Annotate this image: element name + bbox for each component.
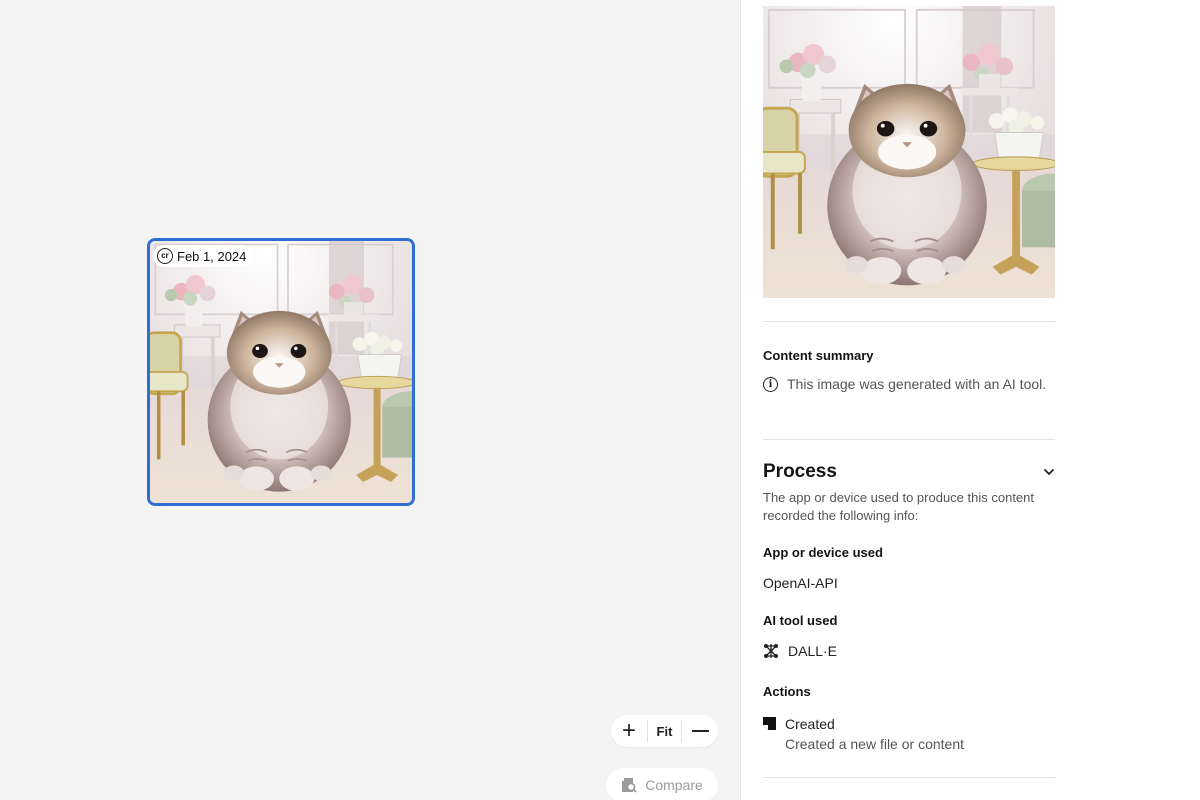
canvas-area: cr Feb 1, 2024 + Fit Compare [0, 0, 740, 800]
compare-button[interactable]: Compare [606, 768, 718, 800]
zoom-controls: + Fit [611, 715, 718, 747]
content-summary-row: i This image was generated with an AI to… [763, 374, 1053, 395]
actions-heading: Actions [763, 684, 811, 699]
fit-button[interactable]: Fit [647, 720, 682, 742]
process-description: The app or device used to produce this c… [763, 490, 1035, 523]
divider [763, 439, 1055, 440]
content-summary-heading: Content summary [763, 348, 874, 363]
content-credentials-icon: cr [157, 248, 173, 264]
action-title: Created [785, 716, 835, 732]
image-thumbnail[interactable]: cr Feb 1, 2024 [147, 238, 415, 506]
content-summary-text: This image was generated with an AI tool… [787, 376, 1047, 392]
app-value: OpenAI-API [763, 575, 838, 591]
compare-search-icon [621, 777, 637, 793]
process-toggle[interactable] [1041, 464, 1057, 480]
minus-icon [691, 730, 709, 732]
zoom-in-button[interactable]: + [611, 715, 647, 747]
ai-tool-heading: AI tool used [763, 613, 838, 628]
compare-label: Compare [645, 777, 703, 793]
created-document-icon [763, 717, 776, 730]
cat-image [150, 241, 412, 503]
chevron-down-icon [1043, 468, 1055, 476]
preview-image [763, 6, 1055, 298]
dalle-network-icon [764, 644, 778, 658]
action-item: Created Created a new file or content [763, 714, 964, 755]
process-heading: Process [763, 461, 837, 482]
date-badge: cr Feb 1, 2024 [153, 245, 255, 267]
divider [763, 777, 1055, 778]
ai-tool-value: DALL·E [788, 643, 838, 659]
ai-tool-row: DALL·E [763, 643, 837, 659]
info-icon: i [763, 377, 778, 392]
plus-icon: + [621, 717, 636, 744]
details-panel: Content summary i This image was generat… [740, 0, 1200, 800]
zoom-out-button[interactable] [682, 715, 718, 747]
divider [763, 321, 1055, 322]
app-heading: App or device used [763, 545, 883, 560]
action-subtitle: Created a new file or content [785, 736, 964, 752]
date-text: Feb 1, 2024 [177, 248, 247, 264]
